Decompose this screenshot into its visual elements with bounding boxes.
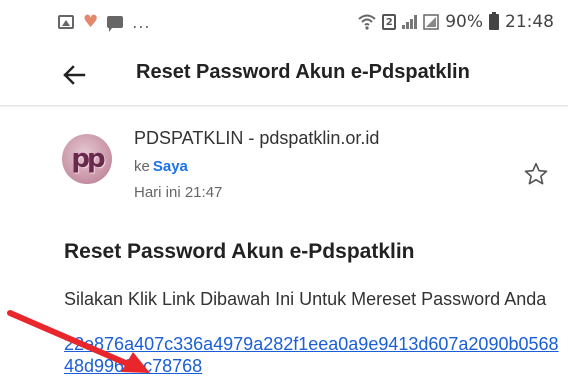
recipient-line[interactable]: ke Saya: [134, 158, 188, 175]
signal-box-icon: [423, 14, 439, 30]
status-bar: ♥ ... 2 90% 21:48: [0, 0, 568, 44]
email-heading: Reset Password Akun e-Pdspatklin: [64, 240, 415, 263]
status-bar-notifications: ♥ ...: [58, 13, 151, 32]
signal-strength-icon: [402, 15, 418, 29]
app-bar: Reset Password Akun e-Pdspatklin: [0, 44, 568, 106]
star-outline-icon: [524, 162, 548, 185]
chat-icon: [107, 16, 124, 32]
status-bar-system: 2 90% 21:48: [358, 12, 554, 32]
battery-icon: [489, 12, 499, 30]
sender-name[interactable]: PDSPATKLIN - pdspatklin.or.id: [134, 128, 379, 149]
star-button[interactable]: [518, 156, 554, 192]
avatar-text: pp: [71, 144, 105, 174]
recipient-name: Saya: [152, 158, 188, 175]
wifi-icon: [358, 14, 376, 30]
heart-icon: ♥: [83, 11, 99, 32]
image-icon: [58, 15, 74, 29]
page-title: Reset Password Akun e-Pdspatklin: [136, 61, 470, 83]
recipient-prefix: ke: [134, 158, 150, 175]
more-notifications-indicator: ...: [132, 12, 151, 32]
back-button[interactable]: [56, 57, 92, 93]
reset-password-link[interactable]: 22e876a407c336a4979a282f1eea0a9e9413d607…: [64, 333, 564, 377]
email-message: Silakan Klik Link Dibawah Ini Untuk Mere…: [64, 289, 547, 309]
sim-card-icon: 2: [382, 14, 397, 30]
battery-percentage: 90%: [445, 12, 483, 32]
email-date: Hari ini 21:47: [134, 184, 223, 201]
avatar[interactable]: pp: [62, 134, 112, 184]
clock: 21:48: [505, 12, 554, 32]
arrow-left-icon: [63, 65, 86, 85]
